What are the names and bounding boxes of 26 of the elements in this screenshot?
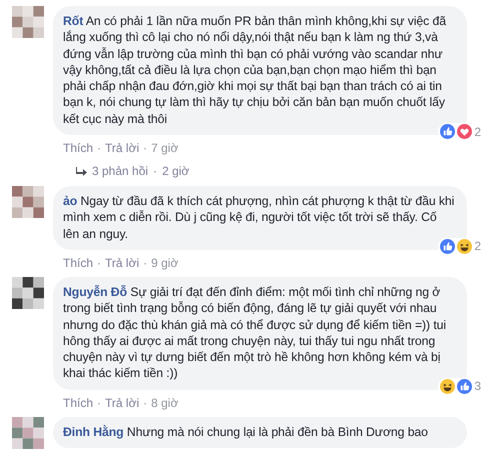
like-link[interactable]: Thích	[63, 141, 94, 156]
reaction-count: 2	[474, 124, 481, 139]
separator-dot: ·	[97, 141, 102, 156]
replies-time: 2 giờ	[162, 164, 190, 178]
reply-link[interactable]: Trả lời	[105, 396, 140, 410]
reply-arrow-icon	[76, 166, 87, 176]
separator-dot: ·	[97, 256, 102, 270]
like-link[interactable]: Thích	[63, 256, 94, 270]
comment-text: Nguyễn Đỗ Sự giải trí đạt đến đỉnh điểm: một mối tình chỉ những ng ở trong biết tình trạng bỗng có biến động, đáng lẽ tự giải quyết với nhau nhưng do đặc thù khán giả mà có thể được sử dụng để kiếm tiền =)) tui hông thấy ai được ai mất trong chuyện này, tui thấy tui ngu nhất trong chuyện này vì tự dưng biết đến một trò hề không hơn không kém và bị khai thác kiếm tiền :))	[63, 284, 448, 382]
separator-dot: ·	[153, 164, 158, 178]
separator-dot: ·	[143, 141, 148, 156]
like-link[interactable]: Thích	[63, 396, 94, 410]
separator-dot: ·	[143, 256, 148, 270]
comment-text: ảo Ngay từ đầu đã k thích cát phượng, nhìn cát phượng k thật từ đầu khi mình xem c diễn rồi. Dù j cũng kệ đi, người tốt việc tốt trời sẽ thấy. Cố lên an nguy.	[63, 193, 455, 242]
reaction-count: 2	[474, 239, 481, 254]
timestamp: 8 giờ	[151, 396, 178, 410]
separator-dot: ·	[97, 396, 102, 410]
timestamp: 9 giờ	[151, 256, 178, 270]
comment-text: Đinh Hằng Nhưng mà nói chung lại là phải đền bà Bình Dương bao	[63, 424, 429, 440]
reply-link[interactable]: Trả lời	[105, 256, 140, 270]
timestamp: 7 giờ	[151, 141, 178, 156]
separator-dot: ·	[143, 396, 148, 410]
reaction-count: 3	[474, 379, 481, 394]
reply-link[interactable]: Trả lời	[105, 141, 140, 156]
comment-text: Rốt An có phải 1 lần nữa muốn PR bản thân mình không,khi sự việc đã lắng xuống thì cô lại cho nó nổi dậy,nói thật nếu bạn k làm ng thứ 3,và đứng vẫn lập trường của mình thì bạn có phải vướng vào scandar như vậy không,tất cả điều là lựa chọn của bạn,bạn chọn mạo hiểm thì bạn phải chấp nhận đau đớn,giờ khi mọi sự thất bại bạn than trách có ai tin bạn k, nói chung tự làm thì hãy tự chịu bởi căn bản bạn muốn chuốt lấy kết cục này mà thôi	[63, 13, 448, 128]
replies-link[interactable]: 3 phản hồi	[92, 164, 148, 178]
